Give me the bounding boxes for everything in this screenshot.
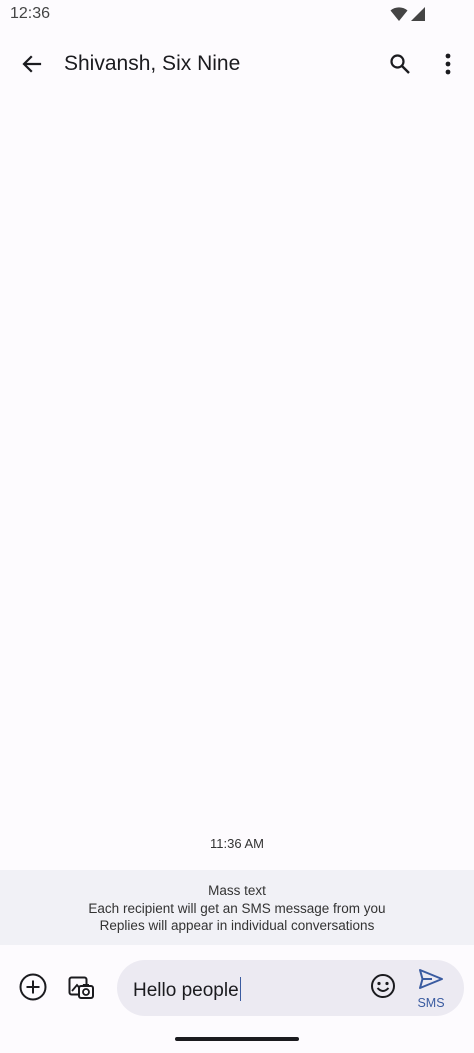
gallery-icon [66, 972, 96, 1007]
message-text: Hello people [133, 980, 239, 1001]
compose-bar: Hello people SMS [0, 958, 474, 1018]
status-icons [390, 6, 426, 27]
send-icon [418, 968, 444, 995]
text-caret [239, 977, 241, 1001]
banner-line-recipients: Each recipient will get an SMS message f… [88, 900, 386, 916]
search-button[interactable] [382, 48, 418, 84]
back-arrow-icon [20, 52, 44, 81]
message-input[interactable]: Hello people [133, 977, 241, 1002]
status-bar: 12:36 [0, 0, 474, 30]
send-button[interactable]: SMS [413, 968, 449, 1010]
send-mode-label: SMS [417, 996, 445, 1010]
banner-heading: Mass text [208, 883, 266, 898]
message-input-field[interactable]: Hello people SMS [117, 960, 464, 1016]
top-app-bar: Shivansh, Six Nine [0, 30, 474, 98]
signal-icon [410, 6, 426, 27]
gesture-navigation-bar[interactable] [175, 1037, 299, 1041]
gallery-button[interactable] [64, 972, 98, 1006]
search-icon [388, 52, 412, 81]
attach-button[interactable] [16, 972, 50, 1006]
emoji-icon [370, 973, 396, 1004]
wifi-icon [390, 6, 408, 27]
mass-text-banner: Mass text Each recipient will get an SMS… [0, 870, 474, 945]
message-timestamp: 11:36 AM [210, 836, 264, 851]
more-options-button[interactable] [434, 48, 462, 84]
add-circle-icon [18, 972, 48, 1007]
banner-line-replies: Replies will appear in individual conver… [99, 918, 375, 933]
more-vert-icon [445, 53, 451, 80]
emoji-button[interactable] [369, 973, 397, 1004]
conversation-title[interactable]: Shivansh, Six Nine [64, 52, 240, 76]
conversation-screen: 12:36 Shivansh, Six Nine 11:36 AM Mass t… [0, 0, 474, 1053]
status-time: 12:36 [10, 5, 51, 22]
back-button[interactable] [14, 48, 50, 84]
